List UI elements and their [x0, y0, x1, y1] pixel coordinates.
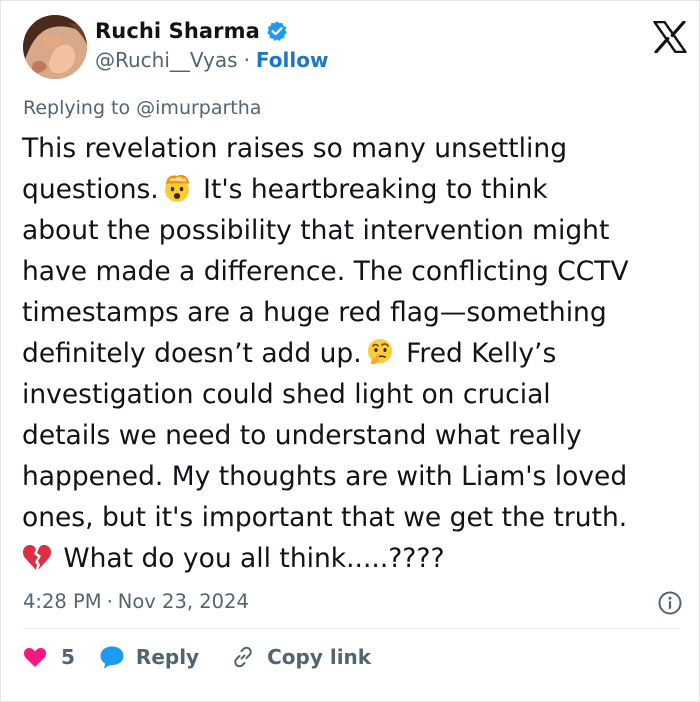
tweet-line: ones, but it's important that we get the…: [22, 502, 628, 533]
follow-button[interactable]: Follow: [256, 48, 329, 72]
info-icon[interactable]: [657, 590, 683, 616]
tweet-line-with-emoji: What do you all think.....????: [22, 538, 682, 579]
tweet-line: about the possibility that intervention …: [22, 215, 610, 246]
heart-icon: [23, 648, 47, 667]
separator-dot: ·: [243, 48, 250, 72]
tweet-card: Ruchi Sharma @Ruchi__Vyas · Follow Reply…: [0, 0, 700, 702]
tweet-timestamp[interactable]: 4:28 PM · Nov 23, 2024: [23, 590, 249, 613]
action-bar: 5 Reply Copy link: [23, 641, 371, 673]
tweet-date: Nov 23, 2024: [117, 590, 249, 613]
divider: [23, 628, 679, 629]
like-button[interactable]: 5: [23, 645, 75, 669]
tweet-line: investigation could shed light on crucia…: [22, 379, 551, 410]
reply-bubble-icon: [100, 646, 124, 669]
tweet-line-with-emoji: definitely doesn’t add up. Fred Kelly’s: [22, 338, 557, 369]
verified-badge-icon: [267, 21, 287, 41]
thinking-face-emoji-icon: [367, 339, 392, 365]
user-handle[interactable]: @Ruchi__Vyas: [95, 48, 238, 72]
copy-link-label: Copy link: [267, 645, 372, 669]
separator-dot: ·: [106, 590, 113, 613]
x-logo-icon[interactable]: [653, 21, 687, 53]
tweet-time: 4:28 PM: [23, 590, 102, 613]
avatar[interactable]: [23, 15, 87, 79]
tweet-line: happened. My thoughts are with Liam's lo…: [22, 461, 628, 492]
copy-link-button[interactable]: Copy link: [231, 645, 371, 669]
link-icon: [234, 646, 252, 668]
tweet-line: details we need to understand what reall…: [22, 420, 582, 451]
tweet-text: This revelation raises so many unsettlin…: [22, 128, 682, 579]
tweet-line-with-emoji: questions. It's heartbreaking to think: [22, 174, 548, 205]
tweet-line: This revelation raises so many unsettlin…: [22, 133, 568, 164]
display-name[interactable]: Ruchi Sharma: [95, 19, 260, 43]
like-count: 5: [61, 645, 75, 669]
replying-to-label[interactable]: Replying to @imurpartha: [23, 97, 261, 119]
tweet-line: timestamps are a huge red flag—something: [22, 297, 607, 328]
tweet-line: have made a difference. The conflicting …: [22, 256, 629, 287]
reply-label: Reply: [135, 645, 200, 669]
reply-button[interactable]: Reply: [99, 645, 199, 669]
broken-heart-emoji-icon: [22, 545, 52, 570]
exploding-head-emoji-icon: [164, 174, 189, 202]
avatar-photo: [23, 15, 87, 79]
